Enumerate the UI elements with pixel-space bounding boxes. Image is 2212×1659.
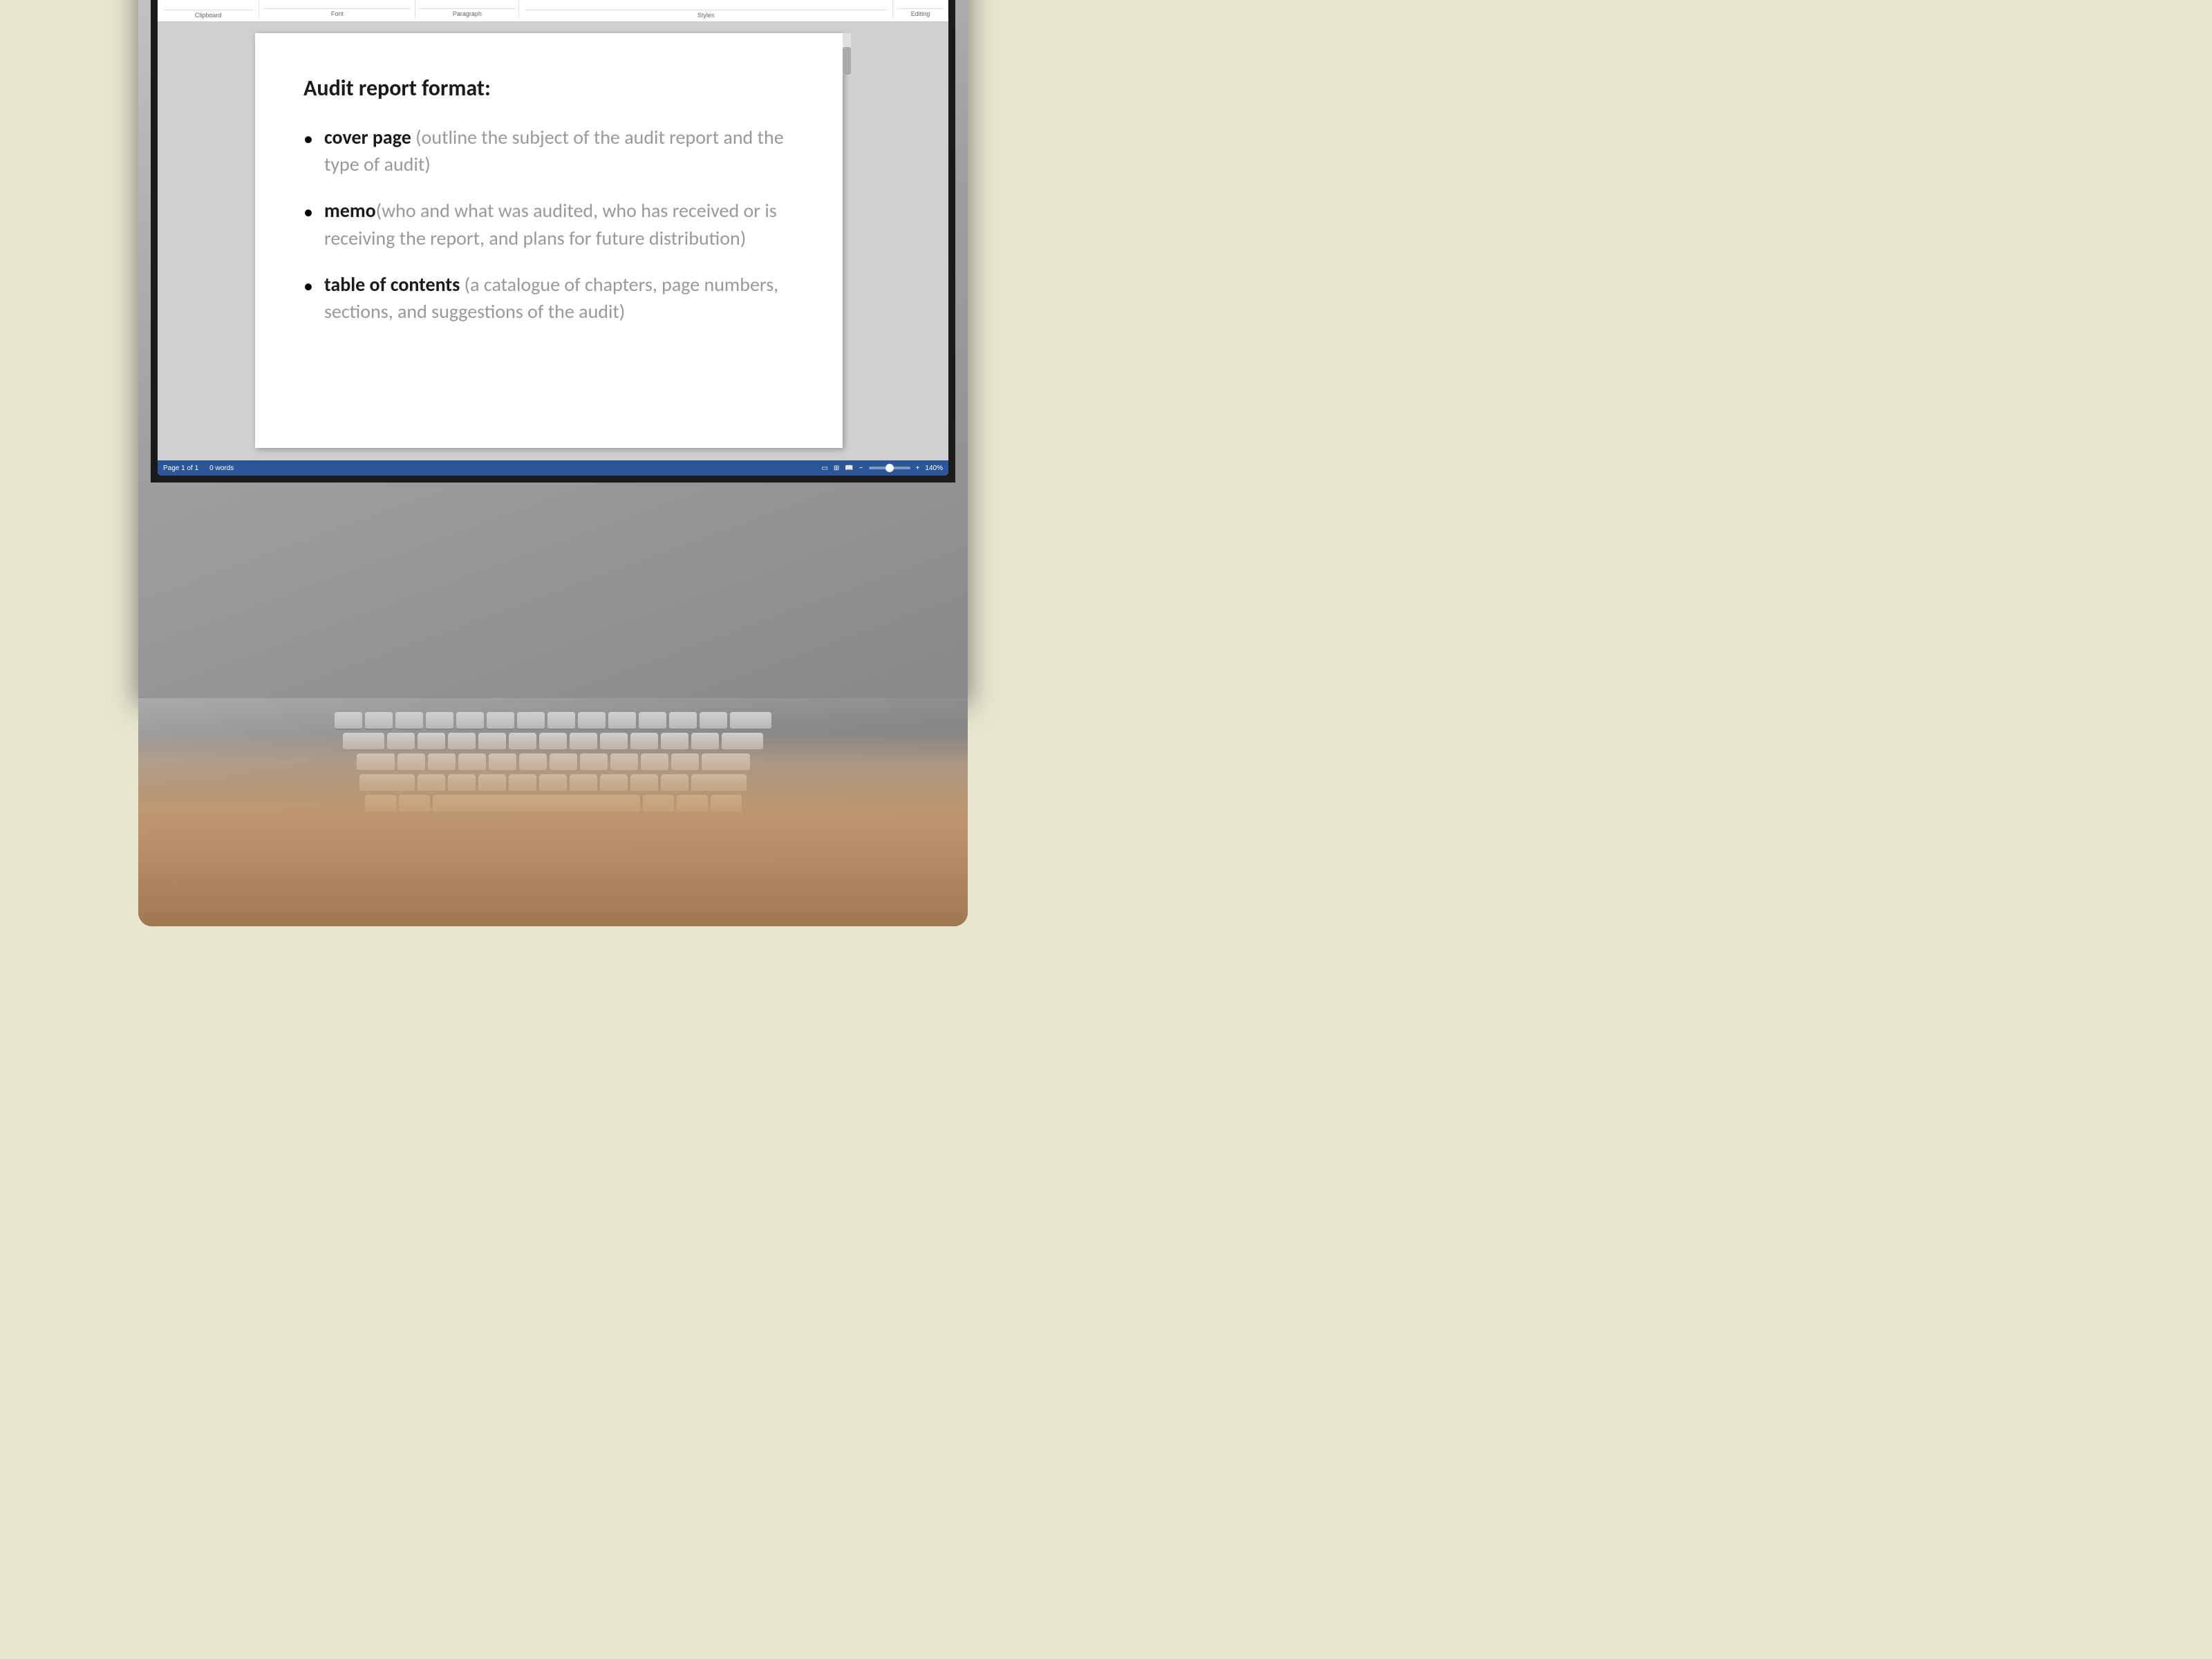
list-item-content: memo(who and what was audited, who has r… (324, 197, 794, 251)
term-cover-page: cover page (324, 125, 411, 149)
key (487, 712, 514, 730)
document-area: Audit report format: • cover page (outli… (158, 22, 948, 460)
term-memo: memo (324, 198, 376, 223)
styles-group-label: Styles (525, 10, 887, 19)
zoom-level: 140% (925, 465, 943, 472)
list-item-content: cover page (outline the subject of the a… (324, 124, 794, 178)
styles-expand[interactable]: ⊕ (783, 0, 796, 4)
status-bar: Page 1 of 1 0 words ▭ ⊞ 📖 − + 140% (158, 460, 948, 476)
key (456, 712, 484, 730)
list-item: • memo(who and what was audited, who has… (303, 197, 794, 251)
key (669, 712, 697, 730)
key (517, 712, 545, 730)
font-group-label: Font (263, 8, 411, 17)
laptop-keyboard-area (138, 698, 968, 926)
page-info: Page 1 of 1 (163, 465, 198, 472)
key (365, 712, 393, 730)
bullet-icon: • (303, 125, 313, 152)
list-item-content: table of contents (a catalogue of chapte… (324, 271, 794, 325)
hands-overlay (138, 733, 968, 926)
clipboard-buttons: 📋 Paste ✂ Cut ⧉ Copy (163, 0, 253, 8)
key (608, 712, 636, 730)
ribbon-group-editing: 🔍 Find ⇄ Replace ▣ Select ▼ (893, 0, 948, 19)
paragraph-controls: ≡• ≡1 ≡↓ ⇤ ⇥ ↕A ¶ ≡← ≡ (418, 0, 516, 7)
laptop-container: W 💾 ↩ ↪ ▼ Document1 - Word Sign in Share (138, 0, 968, 926)
paste-button[interactable]: 📋 Paste (166, 0, 193, 7)
ribbon-group-clipboard: 📋 Paste ✂ Cut ⧉ Copy (158, 0, 259, 19)
list-item: • cover page (outline the subject of the… (303, 124, 794, 178)
scroll-thumb (843, 47, 851, 75)
desc-memo: (who and what was audited, who has recei… (324, 198, 777, 250)
laptop-screen-housing: W 💾 ↩ ↪ ▼ Document1 - Word Sign in Share (138, 0, 968, 698)
key (335, 712, 362, 730)
editing-buttons: 🔍 Find ⇄ Replace ▣ Select ▼ (897, 0, 939, 6)
key (547, 712, 575, 730)
document-page[interactable]: Audit report format: • cover page (outli… (255, 33, 843, 448)
zoom-plus[interactable]: + (916, 465, 920, 472)
key (395, 712, 423, 730)
status-right: ▭ ⊞ 📖 − + 140% (821, 465, 943, 472)
ribbon-group-paragraph: ≡• ≡1 ≡↓ ⇤ ⇥ ↕A ¶ ≡← ≡ (415, 0, 519, 19)
ribbon-group-styles: ¶ Normal ¶ No Spac... H Heading 1 (519, 0, 893, 19)
layout-read-icon[interactable]: 📖 (845, 465, 853, 472)
list-item: • table of contents (a catalogue of chap… (303, 271, 794, 325)
ribbon: 📋 Paste ✂ Cut ⧉ Copy (158, 0, 948, 22)
document-list: • cover page (outline the subject of the… (303, 124, 794, 325)
status-left: Page 1 of 1 0 words (163, 465, 234, 472)
paragraph-group-label: Paragraph (418, 8, 516, 17)
layout-web-icon[interactable]: ⊞ (834, 465, 839, 472)
font-controls: A↑ A↓ Aa ⊘ B I U ab (263, 0, 411, 7)
key (700, 712, 727, 730)
term-toc: table of contents (324, 272, 460, 297)
key (639, 712, 666, 730)
format-painter-button[interactable]: 🖌 Format Painter (194, 0, 250, 1)
zoom-minus[interactable]: − (859, 465, 863, 472)
clipboard-right: ✂ Cut ⧉ Copy 🖌 Format Painter (194, 0, 250, 7)
layout-normal-icon[interactable]: ▭ (821, 465, 827, 472)
vertical-scrollbar[interactable] (843, 33, 851, 75)
bullet-icon: • (303, 198, 313, 225)
zoom-thumb (885, 464, 894, 472)
clipboard-group-label: Clipboard (163, 10, 253, 19)
ribbon-group-font: A↑ A↓ Aa ⊘ B I U ab (259, 0, 415, 19)
key (426, 712, 453, 730)
screen: W 💾 ↩ ↪ ▼ Document1 - Word Sign in Share (158, 0, 948, 476)
key (730, 712, 771, 730)
bullet-icon: • (303, 272, 313, 299)
key (578, 712, 606, 730)
styles-scroll: ▲ ▼ ⊕ (782, 0, 797, 6)
key-row-1 (194, 712, 912, 730)
editing-group-label: Editing (897, 8, 944, 17)
document-heading: Audit report format: (303, 75, 794, 102)
select-button[interactable]: ▣ Select ▼ (897, 0, 939, 1)
word-count: 0 words (209, 465, 234, 472)
zoom-slider[interactable] (869, 467, 910, 469)
screen-bezel: W 💾 ↩ ↪ ▼ Document1 - Word Sign in Share (151, 0, 955, 482)
styles-items: ¶ Normal ¶ No Spac... H Heading 1 (525, 0, 800, 8)
